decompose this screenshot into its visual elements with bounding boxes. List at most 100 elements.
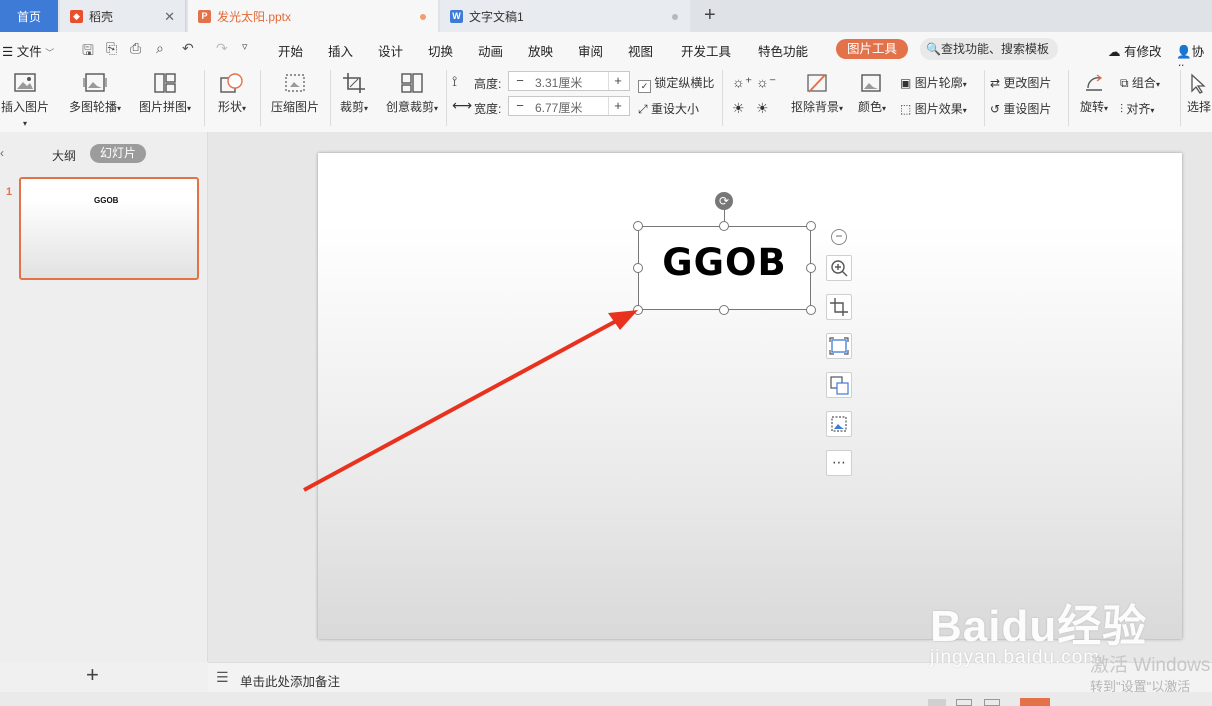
rotate-button[interactable]: 旋转▾ [1074, 72, 1114, 115]
select-cursor-icon [1191, 73, 1206, 94]
print-icon[interactable]: ⎙ [130, 40, 141, 57]
reading-view-icon[interactable] [984, 699, 1000, 706]
has-changes-button[interactable]: ☁ 有修改 [1108, 41, 1162, 60]
shape-label: 形状 [217, 100, 242, 114]
resize-handle[interactable] [719, 221, 729, 231]
menu-item-developer[interactable]: 开发工具 [681, 41, 731, 60]
contrast-down-icon[interactable]: ☀ [756, 100, 769, 117]
search-input[interactable]: 🔍查找功能、搜索模板 [920, 38, 1058, 60]
redo-icon[interactable]: ↷ [216, 40, 228, 57]
color-button[interactable]: 颜色▾ [852, 72, 892, 115]
group-button[interactable]: ⧉ 组合▾ [1120, 74, 1160, 91]
resize-handle[interactable] [806, 221, 816, 231]
tab-document[interactable]: W 文字文稿1 [440, 0, 690, 32]
width-label: 宽度: [474, 102, 502, 116]
crop-side-button[interactable] [826, 294, 852, 320]
minus-icon[interactable]: − [511, 72, 529, 90]
brightness-up-icon[interactable]: ☼⁺ [732, 74, 752, 91]
replace-image-icon [830, 376, 849, 395]
resize-handle[interactable] [633, 221, 643, 231]
menu-item-insert[interactable]: 插入 [328, 41, 353, 60]
remove-background-button[interactable]: 抠除背景▾ [786, 72, 848, 115]
color-icon [861, 74, 881, 92]
reset-size-button[interactable]: ⤢ 重设大小 [638, 100, 699, 117]
select-button[interactable]: 选择 [1186, 72, 1212, 115]
resize-handle[interactable] [806, 305, 816, 315]
chevron-down-icon: ▾ [187, 104, 192, 113]
group-label: 组合 [1131, 76, 1156, 90]
menu-item-view[interactable]: 视图 [628, 41, 653, 60]
height-label: 高度: [474, 77, 502, 91]
sorter-view-icon[interactable] [956, 699, 972, 706]
arrow-head [608, 310, 638, 330]
zoom-in-button[interactable] [826, 255, 852, 281]
align-button[interactable]: ⫶ 对齐▾ [1120, 100, 1154, 117]
customize-dropdown-icon[interactable]: ▿ [242, 40, 248, 53]
menu-item-transition[interactable]: 切换 [428, 41, 453, 60]
chevron-down-icon: ▾ [434, 104, 439, 113]
collapse-panel-icon[interactable]: ‹ [0, 146, 4, 160]
height-stepper[interactable]: − 3.31厘米 + [508, 71, 630, 91]
multi-carousel-button[interactable]: 多图轮播▾ [64, 72, 126, 115]
contrast-up-icon[interactable]: ☀ [732, 100, 745, 117]
crop-button[interactable]: 裁剪▾ [334, 72, 374, 115]
picture-to-text-button[interactable] [826, 333, 852, 359]
tab-presentation[interactable]: P 发光太阳.pptx [188, 0, 438, 32]
picture-effect-button[interactable]: ⬚ 图片效果▾ [900, 100, 967, 117]
picture-outline-button[interactable]: ▣ 图片轮廓▾ [900, 74, 967, 91]
menu-item-features[interactable]: 特色功能 [758, 41, 808, 60]
selected-picture[interactable]: GGOB [638, 226, 811, 310]
close-icon[interactable]: ✕ [164, 9, 175, 25]
chevron-down-icon: ▾ [962, 80, 967, 89]
undo-icon[interactable]: ↶ [182, 40, 194, 57]
menu-item-review[interactable]: 审阅 [578, 41, 603, 60]
collapse-toolbar-minus-icon[interactable]: − [831, 229, 847, 245]
picture-collage-button[interactable]: 图片拼图▾ [134, 72, 196, 115]
new-tab-plus-icon[interactable]: + [704, 4, 716, 27]
change-picture-button[interactable]: ⇄ 更改图片 [990, 74, 1051, 91]
export-icon[interactable]: ⎘ [106, 40, 117, 57]
tab-picture-tools[interactable]: 图片工具 [836, 39, 908, 59]
add-slide-plus-icon[interactable]: + [86, 662, 99, 688]
plus-icon[interactable]: + [608, 97, 627, 115]
reset-picture-label: 重设图片 [1003, 102, 1052, 116]
chevron-down-icon: ▾ [962, 106, 967, 115]
reset-size-label: 重设大小 [650, 102, 699, 116]
resize-handle[interactable] [806, 263, 816, 273]
file-menu[interactable]: ☰ 文件 ﹀ [2, 41, 54, 60]
save-icon[interactable]: 🖫 [82, 40, 94, 64]
more-options-icon[interactable]: ⋯ [826, 450, 852, 476]
outline-tab[interactable]: 大纲 [52, 147, 76, 164]
shape-button[interactable]: 形状▾ [210, 72, 254, 115]
insert-picture-button[interactable]: 插入图片 ▾ [0, 72, 50, 129]
print-preview-icon[interactable]: ⌕ [156, 40, 164, 57]
slide-thumbnail[interactable]: GGOB [19, 177, 199, 280]
rotate-handle-icon[interactable]: ⟳ [715, 192, 733, 210]
chevron-down-icon: ▾ [839, 104, 844, 113]
brightness-down-icon[interactable]: ☼⁻ [756, 74, 776, 91]
compress-picture-button[interactable]: 压缩图片 [266, 72, 324, 115]
menu-item-slideshow[interactable]: 放映 [528, 41, 553, 60]
tab-presentation-label: 发光太阳.pptx [217, 9, 292, 24]
tab-home[interactable]: 首页 [0, 0, 58, 32]
creative-crop-button[interactable]: 创意裁剪▾ [382, 72, 442, 115]
slides-tab[interactable]: 幻灯片 [90, 144, 147, 163]
menu-item-design[interactable]: 设计 [378, 41, 403, 60]
lock-ratio-checkbox[interactable]: ✓ 锁定纵横比 [638, 74, 714, 93]
normal-view-icon[interactable] [928, 699, 946, 706]
menu-item-animation[interactable]: 动画 [478, 41, 503, 60]
width-stepper[interactable]: − 6.77厘米 + [508, 96, 630, 116]
resize-handle[interactable] [633, 263, 643, 273]
play-slideshow-icon[interactable] [1020, 698, 1050, 706]
minus-icon[interactable]: − [511, 97, 529, 115]
reset-picture-button[interactable]: ↺ 重设图片 [990, 100, 1051, 117]
menu-item-start[interactable]: 开始 [278, 41, 303, 60]
group-icon: ⧉ [1120, 76, 1129, 90]
plus-icon[interactable]: + [608, 72, 627, 90]
select-label: 选择 [1186, 100, 1211, 114]
change-picture-side-button[interactable] [826, 372, 852, 398]
tab-daoke[interactable]: ◆ 稻壳 ✕ [60, 0, 186, 32]
resize-handle[interactable] [719, 305, 729, 315]
chevron-down-icon: ▾ [242, 104, 247, 113]
picture-settings-side-button[interactable] [826, 411, 852, 437]
